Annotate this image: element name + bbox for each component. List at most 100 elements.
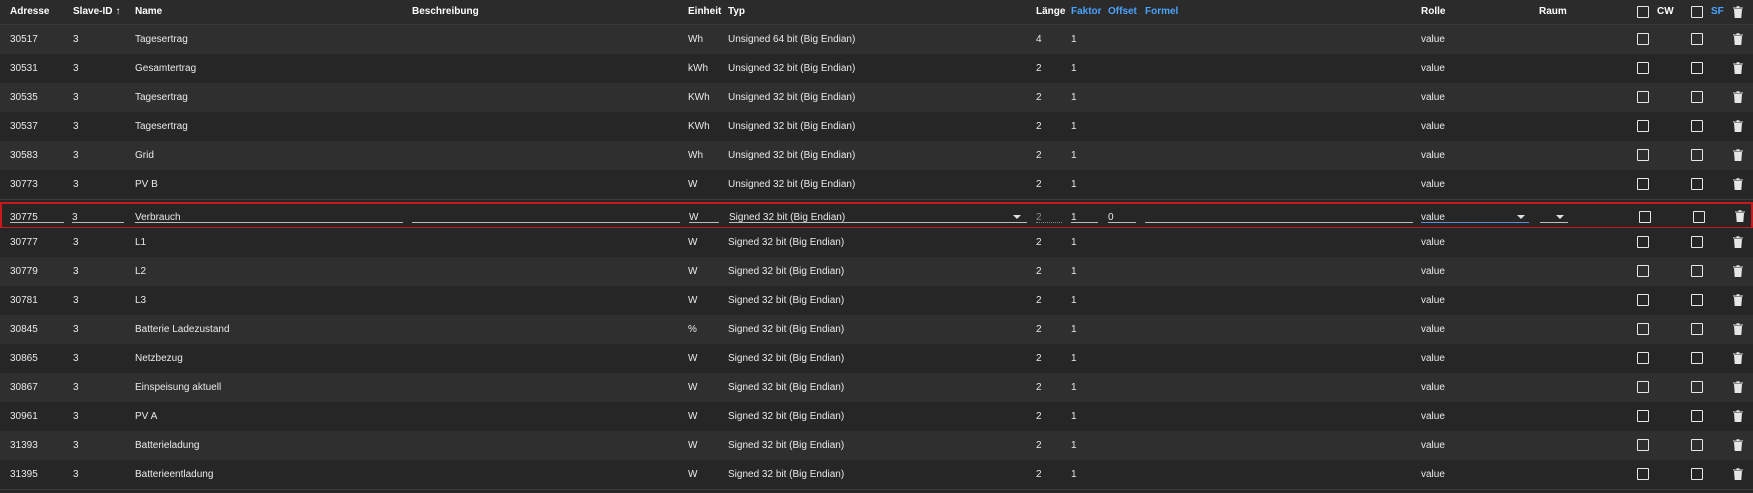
sf-checkbox[interactable] bbox=[1691, 468, 1703, 480]
cw-checkbox[interactable] bbox=[1637, 33, 1649, 45]
cw-checkbox[interactable] bbox=[1637, 91, 1649, 103]
cw-select-all-checkbox[interactable] bbox=[1637, 6, 1649, 18]
chevron-down-icon bbox=[1517, 215, 1525, 219]
header-beschreibung[interactable]: Beschreibung bbox=[412, 6, 479, 17]
sf-select-all-checkbox[interactable] bbox=[1691, 6, 1703, 18]
cell-faktor: 1 bbox=[1071, 295, 1077, 306]
cell-adresse: 30961 bbox=[10, 411, 38, 422]
einheit-input[interactable]: W bbox=[689, 209, 719, 223]
trash-icon[interactable] bbox=[1731, 235, 1745, 249]
beschreibung-input[interactable] bbox=[412, 209, 680, 223]
sf-checkbox[interactable] bbox=[1691, 33, 1703, 45]
sf-checkbox[interactable] bbox=[1693, 211, 1705, 223]
table-row[interactable]: 30531 3 Gesamtertrag kWh Unsigned 32 bit (Bi… bbox=[0, 54, 1753, 84]
sf-checkbox[interactable] bbox=[1691, 381, 1703, 393]
cw-checkbox[interactable] bbox=[1637, 439, 1649, 451]
trash-icon[interactable] bbox=[1731, 61, 1745, 75]
cell-faktor: 1 bbox=[1071, 92, 1077, 103]
table-row[interactable]: 31395 3 Batterieentladung W Signed 32 bit (B… bbox=[0, 460, 1753, 490]
cell-faktor: 1 bbox=[1071, 179, 1077, 190]
sf-checkbox[interactable] bbox=[1691, 178, 1703, 190]
table-row[interactable]: 30535 3 Tagesertrag KWh Unsigned 32 bit (Big… bbox=[0, 83, 1753, 113]
slave-id-input[interactable]: 3 bbox=[72, 209, 124, 223]
cw-checkbox[interactable] bbox=[1639, 211, 1651, 223]
cw-checkbox[interactable] bbox=[1637, 120, 1649, 132]
rolle-select[interactable]: value bbox=[1421, 209, 1529, 223]
cw-checkbox[interactable] bbox=[1637, 294, 1649, 306]
typ-select[interactable]: Signed 32 bit (Big Endian) bbox=[729, 209, 1027, 223]
trash-icon[interactable] bbox=[1731, 148, 1745, 162]
cw-checkbox[interactable] bbox=[1637, 410, 1649, 422]
table-row[interactable]: 30777 3 L1 W Signed 32 bit (Big Endian) 2 1 val… bbox=[0, 228, 1753, 258]
trash-icon[interactable] bbox=[1731, 380, 1745, 394]
trash-icon[interactable] bbox=[1731, 5, 1745, 19]
sf-checkbox[interactable] bbox=[1691, 323, 1703, 335]
adresse-input[interactable]: 30775 bbox=[10, 209, 64, 223]
trash-icon[interactable] bbox=[1731, 90, 1745, 104]
header-adresse[interactable]: Adresse bbox=[10, 6, 49, 17]
table-row[interactable]: 30537 3 Tagesertrag KWh Unsigned 32 bit (Big… bbox=[0, 112, 1753, 142]
header-offset[interactable]: Offset bbox=[1108, 6, 1137, 17]
trash-icon[interactable] bbox=[1731, 351, 1745, 365]
cell-slave-id: 3 bbox=[73, 295, 79, 306]
table-row[interactable]: 30773 3 PV B W Unsigned 32 bit (Big Endian) 2… bbox=[0, 170, 1753, 200]
cw-checkbox[interactable] bbox=[1637, 381, 1649, 393]
cw-checkbox[interactable] bbox=[1637, 149, 1649, 161]
cell-adresse: 30779 bbox=[10, 266, 38, 277]
trash-icon[interactable] bbox=[1731, 409, 1745, 423]
header-name[interactable]: Name bbox=[135, 6, 162, 17]
cw-checkbox[interactable] bbox=[1637, 468, 1649, 480]
table-row[interactable]: 30867 3 Einspeisung aktuell W Signed 32 bit … bbox=[0, 373, 1753, 403]
cell-laenge: 2 bbox=[1036, 295, 1042, 306]
cw-checkbox[interactable] bbox=[1637, 62, 1649, 74]
cw-checkbox[interactable] bbox=[1637, 352, 1649, 364]
trash-icon[interactable] bbox=[1731, 32, 1745, 46]
trash-icon[interactable] bbox=[1731, 467, 1745, 481]
table-row[interactable]: 30517 3 Tagesertrag Wh Unsigned 64 bit (Big … bbox=[0, 25, 1753, 55]
cw-checkbox[interactable] bbox=[1637, 323, 1649, 335]
cw-checkbox[interactable] bbox=[1637, 236, 1649, 248]
cw-checkbox[interactable] bbox=[1637, 265, 1649, 277]
trash-icon[interactable] bbox=[1731, 264, 1745, 278]
offset-input[interactable]: 0 bbox=[1108, 209, 1136, 223]
cw-checkbox[interactable] bbox=[1637, 178, 1649, 190]
sf-checkbox[interactable] bbox=[1691, 294, 1703, 306]
table-row[interactable]: 30583 3 Grid Wh Unsigned 32 bit (Big Endian)… bbox=[0, 141, 1753, 171]
trash-icon[interactable] bbox=[1733, 209, 1747, 223]
table-row[interactable]: 31393 3 Batterieladung W Signed 32 bit (Big … bbox=[0, 431, 1753, 461]
table-row[interactable]: 30781 3 L3 W Signed 32 bit (Big Endian) 2 1 val… bbox=[0, 286, 1753, 316]
cell-adresse: 30781 bbox=[10, 295, 38, 306]
table-row[interactable]: 30961 3 PV A W Signed 32 bit (Big Endian) 2 1 v… bbox=[0, 402, 1753, 432]
trash-icon[interactable] bbox=[1731, 322, 1745, 336]
cell-name: Batterie Ladezustand bbox=[135, 324, 230, 335]
header-faktor[interactable]: Faktor bbox=[1071, 6, 1102, 17]
trash-icon[interactable] bbox=[1731, 438, 1745, 452]
editing-row[interactable]: 30775 3 Verbrauch W Signed 32 bit (Big Endia… bbox=[0, 202, 1753, 229]
table-row[interactable]: 30779 3 L2 W Signed 32 bit (Big Endian) 2 1 val… bbox=[0, 257, 1753, 287]
trash-icon[interactable] bbox=[1731, 293, 1745, 307]
header-laenge[interactable]: Länge bbox=[1036, 6, 1065, 17]
header-slave-id[interactable]: Slave-ID ↑ bbox=[73, 6, 120, 17]
sf-checkbox[interactable] bbox=[1691, 91, 1703, 103]
header-formel[interactable]: Formel bbox=[1145, 6, 1178, 17]
sf-checkbox[interactable] bbox=[1691, 439, 1703, 451]
name-input[interactable]: Verbrauch bbox=[135, 209, 403, 223]
sf-checkbox[interactable] bbox=[1691, 352, 1703, 364]
table-row[interactable]: 30865 3 Netzbezug W Signed 32 bit (Big Endia… bbox=[0, 344, 1753, 374]
sf-checkbox[interactable] bbox=[1691, 410, 1703, 422]
formel-input[interactable] bbox=[1145, 209, 1413, 223]
sf-checkbox[interactable] bbox=[1691, 120, 1703, 132]
trash-icon[interactable] bbox=[1731, 119, 1745, 133]
header-raum[interactable]: Raum bbox=[1539, 6, 1567, 17]
sf-checkbox[interactable] bbox=[1691, 265, 1703, 277]
sf-checkbox[interactable] bbox=[1691, 236, 1703, 248]
header-typ[interactable]: Typ bbox=[728, 6, 745, 17]
cell-rolle: value bbox=[1421, 469, 1445, 480]
sf-checkbox[interactable] bbox=[1691, 62, 1703, 74]
header-einheit[interactable]: Einheit bbox=[688, 6, 721, 17]
table-row[interactable]: 30845 3 Batterie Ladezustand% Signed 32 bit… bbox=[0, 315, 1753, 345]
trash-icon[interactable] bbox=[1731, 177, 1745, 191]
sf-checkbox[interactable] bbox=[1691, 149, 1703, 161]
faktor-input[interactable]: 1 bbox=[1071, 209, 1098, 223]
header-rolle[interactable]: Rolle bbox=[1421, 6, 1445, 17]
